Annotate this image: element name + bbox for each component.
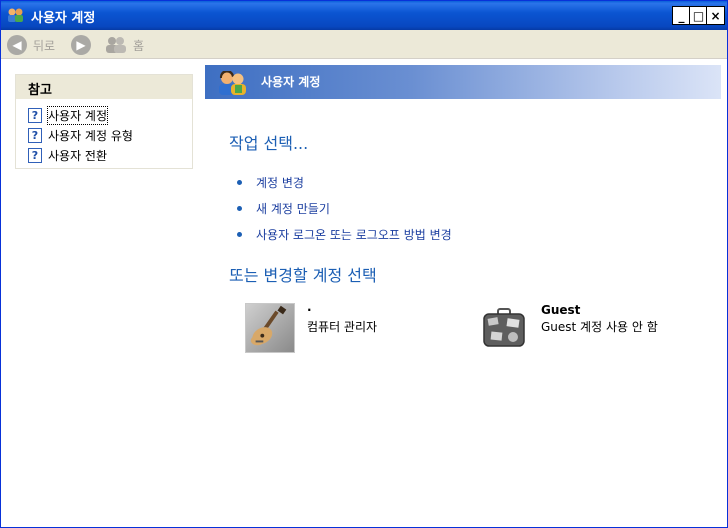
back-button[interactable]: ◀ 뒤로 bbox=[7, 34, 55, 56]
bullet-icon bbox=[237, 205, 242, 211]
close-button[interactable]: × bbox=[706, 6, 725, 25]
toolbar: ◀ 뒤로 ▶ 홈 bbox=[1, 30, 727, 59]
window-title: 사용자 계정 bbox=[31, 11, 96, 26]
task-link[interactable]: 계정 변경 bbox=[256, 174, 304, 191]
bullet-icon bbox=[237, 179, 242, 185]
back-arrow-icon: ◀ bbox=[7, 35, 27, 55]
home-users-icon bbox=[106, 37, 126, 53]
pick-task-heading: 작업 선택... bbox=[229, 134, 309, 153]
help-icon: ? bbox=[28, 127, 42, 143]
back-label: 뒤로 bbox=[33, 38, 56, 53]
home-label: 홈 bbox=[133, 38, 145, 53]
help-icon: ? bbox=[28, 147, 42, 163]
account-name: · bbox=[307, 303, 312, 317]
home-button[interactable]: 홈 bbox=[105, 34, 144, 56]
account-guest[interactable]: Guest Guest 계정 사용 안 함 bbox=[479, 303, 658, 353]
account-admin[interactable]: · 컴퓨터 관리자 bbox=[245, 303, 377, 353]
task-create-account[interactable]: 새 계정 만들기 bbox=[237, 195, 452, 221]
bullet-icon bbox=[237, 231, 242, 237]
window: 사용자 계정 _ □ × ◀ 뒤로 ▶ 홈 참고 ? 사용자 계정 ? 사용자 … bbox=[0, 0, 728, 528]
task-change-account[interactable]: 계정 변경 bbox=[237, 169, 452, 195]
header-banner: 사용자 계정 bbox=[205, 65, 721, 99]
panel-heading: 참고 bbox=[16, 75, 192, 99]
task-link[interactable]: 새 계정 만들기 bbox=[256, 200, 330, 217]
guitar-icon bbox=[245, 303, 295, 353]
see-also-link[interactable]: 사용자 계정 bbox=[46, 105, 109, 125]
see-also-item-account-types[interactable]: ? 사용자 계정 유형 bbox=[28, 125, 192, 145]
title-bar[interactable]: 사용자 계정 _ □ × bbox=[1, 1, 727, 30]
account-type: Guest 계정 사용 안 함 bbox=[541, 320, 658, 334]
see-also-item-switch-users[interactable]: ? 사용자 전환 bbox=[28, 145, 192, 165]
user-accounts-icon bbox=[219, 71, 246, 95]
forward-button[interactable]: ▶ bbox=[71, 34, 91, 56]
see-also-link[interactable]: 사용자 계정 유형 bbox=[48, 127, 133, 144]
user-accounts-app-icon bbox=[8, 8, 23, 22]
forward-arrow-icon: ▶ bbox=[71, 35, 91, 55]
see-also-panel: 참고 ? 사용자 계정 ? 사용자 계정 유형 ? 사용자 전환 bbox=[15, 74, 193, 169]
account-info: Guest Guest 계정 사용 안 함 bbox=[541, 303, 658, 353]
see-also-item-user-accounts[interactable]: ? 사용자 계정 bbox=[28, 105, 192, 125]
account-name: Guest bbox=[541, 303, 581, 317]
task-change-logon-method[interactable]: 사용자 로그온 또는 로그오프 방법 변경 bbox=[237, 221, 452, 247]
task-link[interactable]: 사용자 로그온 또는 로그오프 방법 변경 bbox=[256, 226, 452, 243]
suitcase-icon bbox=[479, 303, 529, 353]
see-also-link[interactable]: 사용자 전환 bbox=[48, 147, 107, 164]
help-icon: ? bbox=[28, 107, 42, 123]
task-list: 계정 변경 새 계정 만들기 사용자 로그온 또는 로그오프 방법 변경 bbox=[237, 169, 452, 247]
pick-account-heading: 또는 변경할 계정 선택 bbox=[229, 266, 377, 285]
banner-title: 사용자 계정 bbox=[261, 75, 321, 89]
account-info: · 컴퓨터 관리자 bbox=[307, 303, 377, 353]
account-type: 컴퓨터 관리자 bbox=[307, 320, 378, 334]
see-also-list: ? 사용자 계정 ? 사용자 계정 유형 ? 사용자 전환 bbox=[16, 99, 192, 165]
